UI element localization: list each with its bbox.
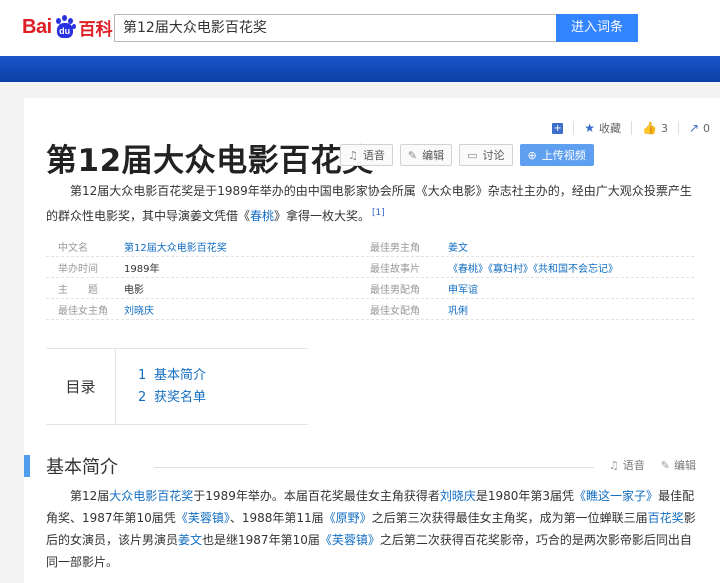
- link-yuan-ye[interactable]: 《原野》: [324, 511, 372, 525]
- section-voice-button[interactable]: ♫ 语音: [609, 457, 645, 473]
- add-button[interactable]: +: [552, 122, 564, 134]
- info-row: 主 题 电影 最佳男配角 申军谊: [46, 278, 694, 299]
- thumbs-up-icon: 👍: [641, 121, 657, 135]
- share-button[interactable]: ↗ 0: [689, 121, 710, 135]
- star-icon: ★: [584, 121, 595, 135]
- discuss-button[interactable]: ▭ 讨论: [459, 144, 513, 166]
- link-qiao-zhe-yi-jia-zi[interactable]: 《瞧这一家子》: [574, 489, 658, 503]
- upload-video-button[interactable]: ⊕ 上传视频: [519, 144, 594, 166]
- headphones-icon: ♫: [608, 458, 619, 472]
- logo-bai-text: Bai: [22, 15, 52, 38]
- info-row: 举办时间 1989年 最佳故事片 《春桃》《寡妇村》《共和国不会忘记》: [46, 257, 694, 278]
- pencil-icon: ✎: [660, 458, 670, 472]
- toc-item-intro[interactable]: 1 基本简介: [138, 365, 206, 387]
- info-value-link[interactable]: 姜文: [448, 243, 468, 254]
- entry-ops: + ★ 收藏 👍 3 ↗ 0: [542, 120, 710, 136]
- headphones-icon: ♫: [348, 148, 358, 162]
- reference-link[interactable]: [1]: [372, 208, 385, 218]
- paw-icon: du: [53, 15, 77, 39]
- voice-button[interactable]: ♫ 语音: [340, 144, 393, 166]
- share-count: 0: [703, 121, 710, 135]
- link-baihua[interactable]: 百花奖: [648, 511, 684, 525]
- info-value-link[interactable]: 第12届大众电影百花奖: [124, 243, 227, 254]
- basic-info-table: 中文名 第12届大众电影百花奖 最佳男主角 姜文 举办时间 1989年 最佳故事…: [46, 236, 694, 320]
- section-paragraph: 第12届大众电影百花奖于1989年举办。本届百花奖最佳女主角获得者刘晓庆是198…: [46, 489, 696, 569]
- like-count: 3: [660, 121, 668, 135]
- section-marker: [24, 455, 30, 477]
- logo-baike-text: 百科: [78, 19, 113, 40]
- top-header: Bai du 百科 第12届大众电影百花奖 进入词条: [0, 0, 720, 56]
- pencil-icon: ✎: [407, 148, 418, 162]
- lemma-summary: 第12届大众电影百花奖是于1989年举办的由中国电影家协会所属《大众电影》杂志社…: [46, 184, 692, 223]
- main-content: + ★ 收藏 👍 3 ↗ 0 第12届大众电影百花奖 ♫ 语音 ✎ 编辑 ▭ 讨论 ⊕ 上传视…: [24, 98, 720, 583]
- plus-icon: +: [552, 122, 564, 134]
- chat-icon: ▭: [467, 148, 478, 162]
- nav-bar: [0, 56, 720, 82]
- toc-label: 目录: [46, 349, 116, 424]
- link-chuntao[interactable]: 春桃: [250, 209, 274, 223]
- link-furong-zhen-2[interactable]: 《芙蓉镇》: [320, 533, 380, 547]
- section-title: 基本简介: [46, 457, 118, 478]
- info-value-link[interactable]: 申军谊: [448, 285, 478, 296]
- info-value-link[interactable]: 《春桃》《寡妇村》《共和国不会忘记》: [448, 264, 618, 275]
- section-header: 基本简介 ♫ 语音 ✎ 编辑: [24, 453, 720, 479]
- baidu-baike-logo[interactable]: Bai du 百科: [22, 12, 113, 42]
- favorite-button[interactable]: ★ 收藏: [584, 120, 621, 136]
- link-liu-xiaoqing[interactable]: 刘晓庆: [440, 489, 476, 503]
- info-row: 最佳女主角 刘晓庆 最佳女配角 巩俐: [46, 299, 694, 320]
- title-tools: ♫ 语音 ✎ 编辑 ▭ 讨论 ⊕ 上传视频: [340, 144, 601, 166]
- share-icon: ↗: [688, 121, 699, 135]
- info-row: 中文名 第12届大众电影百花奖 最佳男主角 姜文: [46, 236, 694, 257]
- toc-item-winners[interactable]: 2 获奖名单: [138, 387, 206, 409]
- section-edit-button[interactable]: ✎ 编辑: [661, 457, 696, 473]
- page-title: 第12届大众电影百花奖: [46, 143, 374, 179]
- link-furong-zhen[interactable]: 《芙蓉镇》: [176, 511, 230, 525]
- toc-list: 1 基本简介 2 获奖名单: [116, 349, 206, 424]
- link-baihua-award[interactable]: 大众电影百花奖: [109, 489, 193, 503]
- edit-button[interactable]: ✎ 编辑: [399, 144, 453, 166]
- table-of-contents: 目录 1 基本简介 2 获奖名单: [46, 348, 308, 425]
- search-input[interactable]: 第12届大众电影百花奖: [114, 14, 557, 42]
- info-value-link[interactable]: 巩俐: [448, 306, 468, 317]
- link-jiang-wen[interactable]: 姜文: [178, 533, 202, 547]
- enter-entry-button[interactable]: 进入词条: [556, 14, 638, 42]
- like-button[interactable]: 👍 3: [642, 121, 668, 135]
- info-value-link[interactable]: 刘晓庆: [124, 306, 154, 317]
- plus-circle-icon: ⊕: [527, 148, 537, 162]
